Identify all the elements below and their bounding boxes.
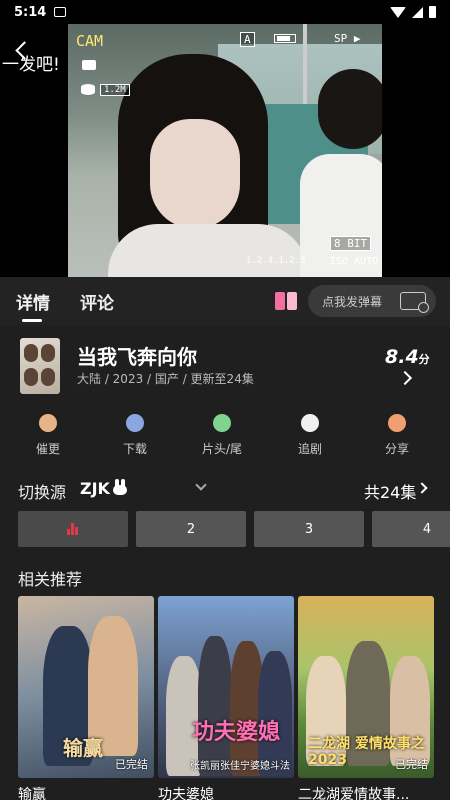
poster-title: 输赢 xyxy=(63,736,103,760)
related-card[interactable]: 二龙湖 爱情故事之2023 已完结 二龙湖爱情故事... xyxy=(298,596,434,800)
video-bg-pole xyxy=(303,24,307,114)
sp-overlay: SP ▶ xyxy=(334,32,361,45)
video-boy-hair xyxy=(318,69,382,149)
show-meta: 大陆 / 2023 / 国产 / 更新至24集 xyxy=(77,372,254,386)
video-battery-icon xyxy=(274,34,296,43)
danmaku-placeholder: 点我发弹幕 xyxy=(322,294,383,309)
storage-icon xyxy=(81,84,95,95)
follow-label: 追剧 xyxy=(297,442,322,456)
bunny-icon xyxy=(112,479,128,495)
status-badge: 已完结 xyxy=(395,758,428,771)
battery-icon xyxy=(429,6,436,18)
skip-intro-button[interactable]: 片头/尾 xyxy=(192,410,252,457)
related-poster: 功夫婆媳 张凯丽张佳宁婆媳斗法 xyxy=(158,596,294,778)
camera-icon xyxy=(82,60,96,70)
related-caption: 功夫婆媳 xyxy=(158,787,214,800)
related-caption: 输赢 xyxy=(18,787,46,800)
video-frame[interactable]: CAM 1.2M A SP ▶ 8 BIT 1.2.4.1.2.3 ISO AU… xyxy=(68,24,382,277)
episode-1-button[interactable] xyxy=(18,511,128,547)
score-value: 8.4 xyxy=(385,346,419,368)
danmaku-settings-icon[interactable] xyxy=(400,292,429,313)
source-label: 切换源 xyxy=(18,483,67,502)
signal-icon xyxy=(412,6,423,18)
chevron-right-icon[interactable] xyxy=(416,482,428,494)
episode-4-button[interactable]: 4 xyxy=(372,511,450,547)
download-icon xyxy=(126,414,144,432)
follow-button[interactable]: 追剧 xyxy=(280,410,340,457)
urge-button[interactable]: 催更 xyxy=(18,410,78,457)
tab-details[interactable]: 详情 xyxy=(16,289,50,322)
follow-icon xyxy=(301,414,319,432)
poster-title: 功夫婆媳 xyxy=(192,720,281,745)
episode-list: 2 3 4 xyxy=(18,511,450,547)
skip-icon xyxy=(213,414,231,432)
player-area: 5:14 CAM 1.2M A SP ▶ 8 BIT 1.2.4.1.2.3 I… xyxy=(0,0,450,277)
related-poster: 二龙湖 爱情故事之2023 已完结 xyxy=(298,596,434,778)
status-time: 5:14 xyxy=(14,4,47,20)
status-bar: 5:14 xyxy=(0,0,450,24)
wifi-icon xyxy=(390,6,406,18)
share-icon xyxy=(388,414,406,432)
download-button[interactable]: 下载 xyxy=(105,410,165,457)
cam-overlay-label: CAM xyxy=(76,32,104,50)
score-unit: 分 xyxy=(418,353,430,366)
skip-label: 片头/尾 xyxy=(201,442,243,456)
show-thumbnail xyxy=(20,338,60,394)
playing-bars-icon xyxy=(66,523,80,535)
status-badge: 已完结 xyxy=(115,758,148,771)
episode-count[interactable]: 共24集 xyxy=(364,479,416,503)
action-row: 催更 下载 片头/尾 追剧 分享 xyxy=(0,410,450,462)
download-label: 下载 xyxy=(122,442,147,456)
tab-comments[interactable]: 评论 xyxy=(80,289,114,314)
related-poster: 输赢 已完结 xyxy=(18,596,154,778)
status-right-icons xyxy=(390,6,436,18)
video-girl-shirt xyxy=(108,224,308,277)
related-title: 相关推荐 xyxy=(18,570,83,589)
iso-overlay: ISO AUTO xyxy=(330,256,379,267)
mode-overlay: A xyxy=(240,32,255,47)
related-card[interactable]: 功夫婆媳 张凯丽张佳宁婆媳斗法 功夫婆媳 xyxy=(158,596,294,800)
share-button[interactable]: 分享 xyxy=(367,410,427,457)
urge-icon xyxy=(39,414,57,432)
episode-3-button[interactable]: 3 xyxy=(254,511,364,547)
status-badge: 张凯丽张佳宁婆媳斗法 xyxy=(190,761,290,772)
related-card[interactable]: 输赢 已完结 输赢 xyxy=(18,596,154,800)
size-overlay: 1.2M xyxy=(100,84,130,96)
source-select[interactable]: ZJK xyxy=(80,479,110,498)
related-caption: 二龙湖爱情故事... xyxy=(298,787,410,800)
image-notification-icon xyxy=(54,7,67,17)
related-list: 输赢 已完结 输赢 功夫婆媳 张凯丽张佳宁婆媳斗法 功夫婆媳 二龙湖 爱情故事之… xyxy=(18,596,450,800)
video-title: 一发吧! xyxy=(2,55,60,75)
episode-2-button[interactable]: 2 xyxy=(136,511,246,547)
danmaku-toggle-icon[interactable] xyxy=(275,292,297,310)
chevron-down-icon[interactable] xyxy=(195,479,207,491)
show-score: 8.4分 xyxy=(385,346,430,368)
show-title: 当我飞奔向你 xyxy=(77,345,197,369)
share-label: 分享 xyxy=(384,442,409,456)
urge-label: 催更 xyxy=(35,442,60,456)
bit-overlay: 8 BIT xyxy=(330,236,372,251)
video-girl-face xyxy=(150,119,240,229)
version-overlay: 1.2.4.1.2.3 xyxy=(246,256,306,266)
details-chevron-icon[interactable] xyxy=(397,370,413,386)
